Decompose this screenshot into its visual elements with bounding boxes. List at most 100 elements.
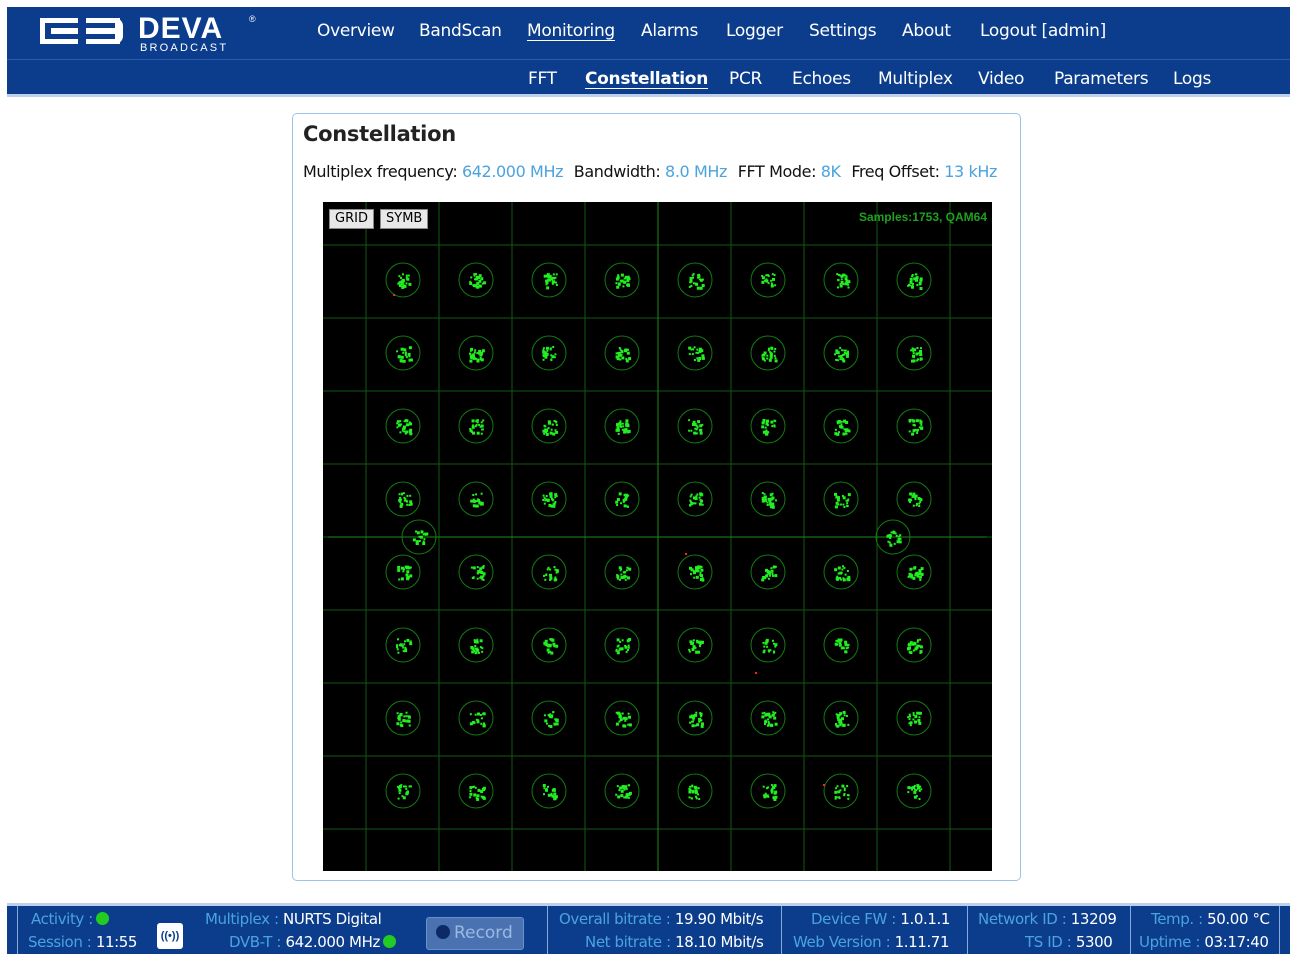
constellation-point — [750, 335, 786, 371]
nav-logger[interactable]: Logger — [726, 21, 783, 41]
constellation-point — [823, 627, 859, 663]
network-id-value: 13209 — [1070, 910, 1117, 928]
constellation-point — [896, 335, 932, 371]
constellation-point — [750, 554, 786, 590]
constellation-point — [531, 554, 567, 590]
activity-label: Activity : — [31, 910, 93, 928]
constellation-point — [385, 773, 421, 809]
nav-settings[interactable]: Settings — [809, 21, 877, 41]
activity-section: Activity : Session : 11:55 — [17, 906, 147, 954]
net-bitrate-value: 18.10 Mbit/s — [675, 933, 764, 951]
fft-mode-value: 8K — [820, 162, 841, 181]
constellation-point — [385, 554, 421, 590]
tab-parameters[interactable]: Parameters — [1054, 69, 1149, 89]
tab-video[interactable]: Video — [978, 69, 1024, 89]
constellation-point — [604, 481, 640, 517]
bandwidth-label: Bandwidth: — [573, 162, 661, 181]
bandwidth-value: 8.0 MHz — [665, 162, 728, 181]
constellation-point — [896, 408, 932, 444]
constellation-point — [750, 408, 786, 444]
constellation-point — [531, 262, 567, 298]
constellation-point — [458, 627, 494, 663]
constellation-point — [896, 773, 932, 809]
tab-logs[interactable]: Logs — [1173, 69, 1211, 89]
fft-mode-label: FFT Mode: — [737, 162, 817, 181]
nav-overview[interactable]: Overview — [317, 21, 395, 41]
constellation-point — [750, 262, 786, 298]
constellation-point — [896, 481, 932, 517]
tab-fft[interactable]: FFT — [528, 69, 557, 89]
page-title: Constellation — [303, 122, 456, 146]
constellation-panel: Constellation Multiplex frequency: 642.0… — [292, 113, 1021, 881]
signal-indicator-icon — [382, 935, 396, 948]
deva-logo[interactable]: DEVA ® BROADCAST — [40, 12, 260, 54]
session-value: 11:55 — [95, 933, 138, 951]
constellation-point — [750, 627, 786, 663]
constellation-point — [896, 627, 932, 663]
constellation-point — [531, 408, 567, 444]
dvbt-label: DVB-T : — [229, 933, 282, 951]
constellation-point — [823, 773, 859, 809]
nav-about[interactable]: About — [902, 21, 951, 41]
constellation-point — [604, 627, 640, 663]
constellation-point — [750, 773, 786, 809]
constellation-point — [823, 700, 859, 736]
status-bar: Activity : Session : 11:55 ((•)) Multipl… — [7, 903, 1290, 954]
brand-registered-mark: ® — [249, 14, 256, 24]
web-version-value: 1.11.71 — [894, 933, 950, 951]
constellation-point — [677, 481, 713, 517]
deva-logo-mark — [40, 18, 130, 44]
session-label: Session : — [28, 933, 92, 951]
nav-monitoring[interactable]: Monitoring — [527, 21, 615, 41]
constellation-plot — [323, 202, 992, 871]
network-id-label: Network ID : — [978, 910, 1067, 928]
multiplex-value: NURTS Digital — [283, 910, 382, 928]
samples-readout: Samples:1753, QAM64 — [858, 210, 987, 224]
constellation-point — [604, 262, 640, 298]
constellation-point — [458, 773, 494, 809]
constellation-point — [677, 408, 713, 444]
system-section: Temp. : 50.00 °C Uptime : 03:17:40 — [1130, 906, 1280, 954]
sub-navigation-bar: FFT Constellation PCR Echoes Multiplex V… — [7, 59, 1290, 97]
constellation-point — [677, 700, 713, 736]
nav-logout[interactable]: Logout [admin] — [980, 21, 1106, 41]
network-section: Network ID : 13209 TS ID : 5300 — [967, 906, 1130, 954]
brand-subtitle: BROADCAST — [140, 42, 229, 54]
error-sample — [755, 672, 757, 674]
constellation-point — [531, 627, 567, 663]
temperature-label: Temp. : — [1151, 910, 1203, 928]
constellation-point — [604, 335, 640, 371]
nav-alarms[interactable]: Alarms — [641, 21, 698, 41]
constellation-point — [677, 335, 713, 371]
constellation-point — [458, 408, 494, 444]
constellation-point — [531, 773, 567, 809]
frequency-value: 642.000 MHz — [462, 162, 564, 181]
tab-pcr[interactable]: PCR — [729, 69, 762, 89]
bitrate-section: Overall bitrate : 19.90 Mbit/s Net bitra… — [547, 906, 781, 954]
tab-multiplex[interactable]: Multiplex — [878, 69, 953, 89]
error-sample — [823, 784, 825, 786]
error-sample — [393, 294, 395, 296]
record-label: Record — [454, 923, 513, 943]
nav-bandscan[interactable]: BandScan — [419, 21, 502, 41]
record-button[interactable]: Record — [426, 917, 524, 950]
constellation-point — [385, 262, 421, 298]
constellation-point — [896, 554, 932, 590]
constellation-point — [677, 554, 713, 590]
tab-echoes[interactable]: Echoes — [792, 69, 851, 89]
constellation-point — [823, 335, 859, 371]
constellation-point — [458, 335, 494, 371]
multiplex-info-line: Multiplex frequency: 642.000 MHz Bandwid… — [303, 162, 997, 181]
version-section: Device FW : 1.0.1.1 Web Version : 1.11.7… — [781, 906, 967, 954]
constellation-point — [604, 554, 640, 590]
uptime-value: 03:17:40 — [1204, 933, 1269, 951]
grid-toggle-button[interactable]: GRID — [329, 209, 374, 229]
tab-constellation[interactable]: Constellation — [585, 69, 708, 89]
constellation-point — [604, 773, 640, 809]
constellation-point — [385, 335, 421, 371]
constellation-point — [823, 408, 859, 444]
symbol-toggle-button[interactable]: SYMB — [380, 209, 429, 229]
constellation-point — [385, 481, 421, 517]
device-fw-label: Device FW : — [811, 910, 896, 928]
constellation-point — [604, 700, 640, 736]
